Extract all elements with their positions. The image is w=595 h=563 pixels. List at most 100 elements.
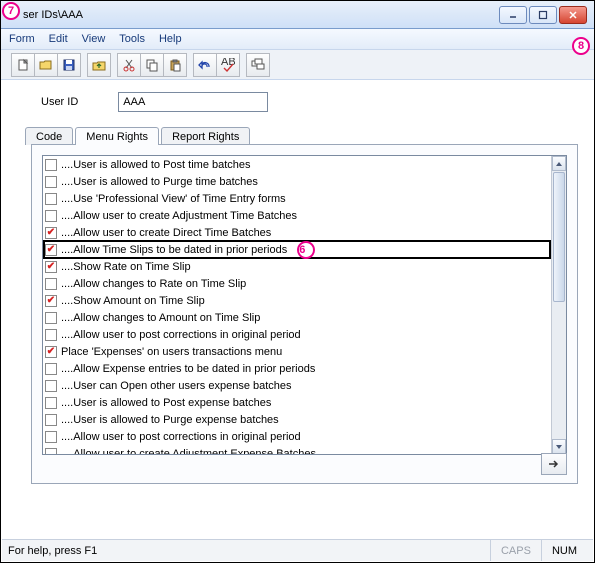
list-item-label: ....User is allowed to Post time batches [61, 159, 251, 171]
list-item-label: ....User is allowed to Purge time batche… [61, 176, 258, 188]
list-item[interactable]: ....Allow user to create Adjustment Expe… [43, 445, 551, 454]
minimize-button[interactable] [499, 6, 527, 24]
form-body: User ID Code Menu Rights Report Rights .… [1, 80, 594, 484]
user-id-field[interactable] [118, 92, 268, 112]
window-title: ser IDs\AAA [5, 9, 499, 21]
tabs: Code Menu Rights Report Rights [25, 126, 578, 144]
close-button[interactable] [559, 6, 587, 24]
list-item[interactable]: ....User is allowed to Post expense batc… [43, 394, 551, 411]
checkbox[interactable] [45, 261, 57, 273]
copy-button[interactable] [140, 53, 164, 77]
window-buttons [499, 6, 590, 24]
cascade-button[interactable] [246, 53, 270, 77]
list-item[interactable]: Place 'Expenses' on users transactions m… [43, 343, 551, 360]
new-button[interactable] [11, 53, 35, 77]
list-item[interactable]: ....Use 'Professional View' of Time Entr… [43, 190, 551, 207]
user-id-row: User ID [31, 92, 578, 112]
list-item[interactable]: ....Allow Expense entries to be dated in… [43, 360, 551, 377]
menu-view[interactable]: View [82, 33, 106, 45]
list-item[interactable]: ....Allow user to create Adjustment Time… [43, 207, 551, 224]
list-item[interactable]: ....User is allowed to Post time batches [43, 156, 551, 173]
list-item-label: ....Allow user to create Direct Time Bat… [61, 227, 271, 239]
menu-form[interactable]: Form [9, 33, 35, 45]
rights-list[interactable]: ....User is allowed to Post time batches… [42, 155, 567, 455]
list-item-label: ....Allow changes to Rate on Time Slip [61, 278, 246, 290]
list-item-label: ....Allow Time Slips to be dated in prio… [61, 244, 287, 256]
checkbox[interactable] [45, 448, 57, 455]
status-hint: For help, press F1 [8, 545, 490, 557]
list-item[interactable]: ....Allow user to post corrections in or… [43, 428, 551, 445]
list-item-label: ....Allow user to create Adjustment Expe… [61, 448, 316, 455]
list-item[interactable]: ....Allow user to create Direct Time Bat… [43, 224, 551, 241]
cut-button[interactable] [117, 53, 141, 77]
list-item-label: ....User can Open other users expense ba… [61, 380, 292, 392]
checkbox[interactable] [45, 210, 57, 222]
save-button[interactable] [57, 53, 81, 77]
status-num: NUM [541, 540, 587, 561]
list-item-label: Place 'Expenses' on users transactions m… [61, 346, 282, 358]
checkbox[interactable] [45, 312, 57, 324]
callout-8: 8 [572, 37, 590, 55]
status-caps: CAPS [490, 540, 541, 561]
next-button[interactable] [541, 453, 567, 475]
checkbox[interactable] [45, 176, 57, 188]
checkbox[interactable] [45, 431, 57, 443]
status-bar: For help, press F1 CAPS NUM [2, 539, 593, 561]
list-item-label: ....Show Rate on Time Slip [61, 261, 191, 273]
checkbox[interactable] [45, 329, 57, 341]
list-item[interactable]: ....Allow changes to Amount on Time Slip [43, 309, 551, 326]
scroll-up-button[interactable] [552, 156, 566, 171]
list-item-label: ....User is allowed to Post expense batc… [61, 397, 271, 409]
list-item[interactable]: ....Allow user to post corrections in or… [43, 326, 551, 343]
list-item-label: ....Allow Expense entries to be dated in… [61, 363, 315, 375]
toolbar: ABC [1, 50, 594, 80]
maximize-button[interactable] [529, 6, 557, 24]
list-item-label: ....Use 'Professional View' of Time Entr… [61, 193, 286, 205]
scroll-down-button[interactable] [552, 439, 566, 454]
list-item[interactable]: ....Show Rate on Time Slip [43, 258, 551, 275]
list-item-label: ....Allow user to create Adjustment Time… [61, 210, 297, 222]
window: 7 8 ser IDs\AAA Form Edit View Tools Hel… [0, 0, 595, 563]
list-item[interactable]: ....Allow Time Slips to be dated in prio… [43, 240, 551, 259]
checkbox[interactable] [45, 363, 57, 375]
checkbox[interactable] [45, 227, 57, 239]
list-item[interactable]: ....User is allowed to Purge expense bat… [43, 411, 551, 428]
checkbox[interactable] [45, 295, 57, 307]
list-item[interactable]: ....User is allowed to Purge time batche… [43, 173, 551, 190]
list-item[interactable]: ....Allow changes to Rate on Time Slip [43, 275, 551, 292]
checkbox[interactable] [45, 159, 57, 171]
open-button[interactable] [34, 53, 58, 77]
menu-help[interactable]: Help [159, 33, 182, 45]
menu-edit[interactable]: Edit [49, 33, 68, 45]
checkbox[interactable] [45, 414, 57, 426]
folder-up-button[interactable] [87, 53, 111, 77]
menu-tools[interactable]: Tools [119, 33, 145, 45]
paste-button[interactable] [163, 53, 187, 77]
spellcheck-button[interactable]: ABC [216, 53, 240, 77]
checkbox[interactable] [45, 346, 57, 358]
title-bar: ser IDs\AAA [1, 1, 594, 29]
list-item[interactable]: ....User can Open other users expense ba… [43, 377, 551, 394]
checkbox[interactable] [45, 397, 57, 409]
tab-menu-rights[interactable]: Menu Rights [75, 127, 159, 145]
scrollbar[interactable] [551, 156, 566, 454]
menu-bar: Form Edit View Tools Help [1, 29, 594, 50]
list-item[interactable]: ....Show Amount on Time Slip [43, 292, 551, 309]
scroll-thumb[interactable] [553, 172, 565, 302]
checkbox[interactable] [45, 193, 57, 205]
list-item-label: ....Allow user to post corrections in or… [61, 329, 301, 341]
list-item-label: ....Allow user to post corrections in or… [61, 431, 301, 443]
tab-content: ....User is allowed to Post time batches… [31, 144, 578, 484]
undo-button[interactable] [193, 53, 217, 77]
list-item-label: ....Allow changes to Amount on Time Slip [61, 312, 260, 324]
checkbox[interactable] [45, 244, 57, 256]
svg-text:ABC: ABC [221, 58, 235, 68]
list-item-label: ....User is allowed to Purge expense bat… [61, 414, 279, 426]
tab-code[interactable]: Code [25, 127, 73, 145]
callout-7: 7 [2, 2, 20, 20]
tab-report-rights[interactable]: Report Rights [161, 127, 250, 145]
checkbox[interactable] [45, 278, 57, 290]
user-id-label: User ID [31, 96, 78, 108]
list-item-label: ....Show Amount on Time Slip [61, 295, 205, 307]
checkbox[interactable] [45, 380, 57, 392]
